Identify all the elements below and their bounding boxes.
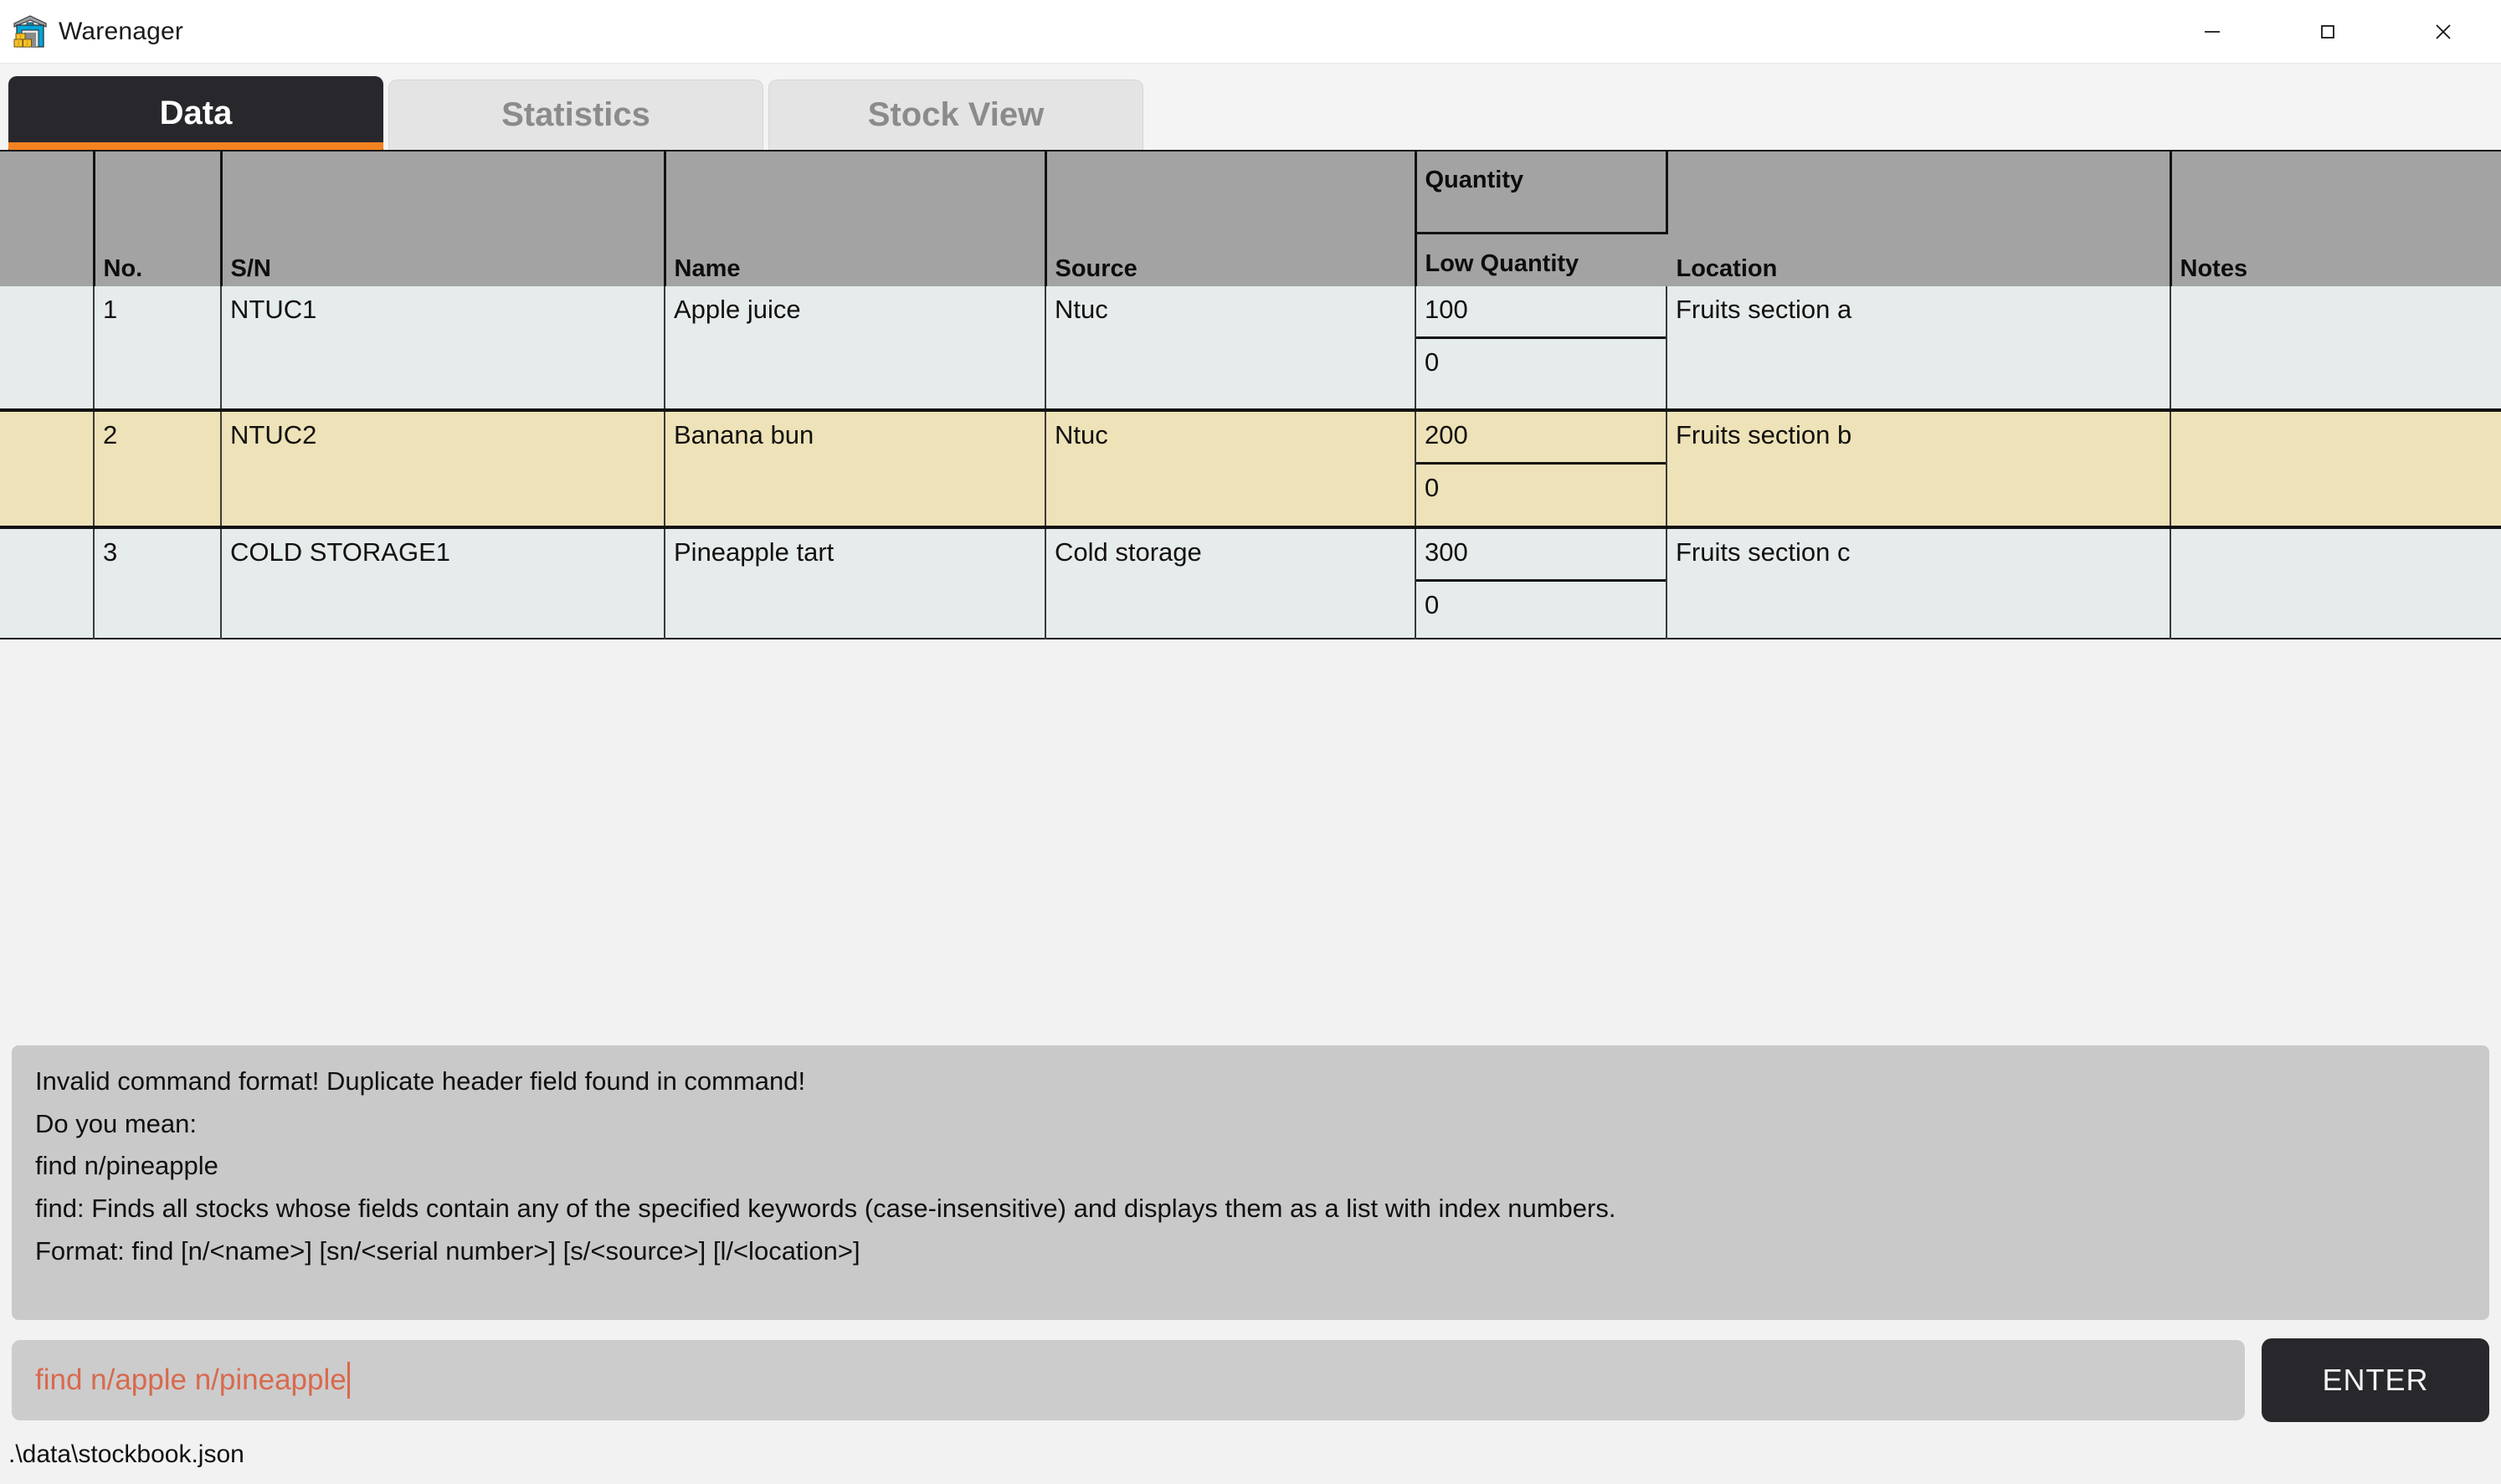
- warehouse-icon: [13, 14, 47, 48]
- cell-name: Pineapple tart: [665, 527, 1046, 639]
- result-line: Invalid command format! Duplicate header…: [35, 1066, 806, 1096]
- close-button[interactable]: [2385, 0, 2501, 63]
- text-caret: [347, 1362, 350, 1399]
- result-line: find: Finds all stocks whose fields cont…: [35, 1194, 1616, 1224]
- enter-button-label: ENTER: [2322, 1363, 2429, 1397]
- cell-source: Ntuc: [1045, 286, 1416, 410]
- row-select-cell[interactable]: [0, 410, 95, 527]
- row-select-cell[interactable]: [0, 527, 95, 639]
- result-line: Do you mean:: [35, 1108, 197, 1138]
- close-icon: [2436, 23, 2451, 39]
- cell-notes: [2170, 286, 2501, 410]
- cell-name: Apple juice: [665, 286, 1046, 410]
- result-display: Invalid command format! Duplicate header…: [12, 1045, 2489, 1320]
- cell-low-quantity: 0: [1425, 473, 1440, 502]
- cell-low-quantity: 0: [1425, 347, 1440, 377]
- table-row[interactable]: 1 NTUC1 Apple juice Ntuc 100 0 Fruits se…: [0, 286, 2501, 410]
- tab-statistics-label: Statistics: [501, 96, 650, 133]
- table-row[interactable]: 2 NTUC2 Banana bun Ntuc 200 0 Fruits sec…: [0, 410, 2501, 527]
- tab-statistics[interactable]: Statistics: [388, 80, 763, 150]
- column-header-location[interactable]: Location: [1666, 151, 2172, 286]
- cell-source: Cold storage: [1045, 527, 1416, 639]
- cell-quantity-group: 100 0: [1415, 286, 1667, 410]
- column-header-notes[interactable]: Notes: [2170, 151, 2501, 286]
- tab-data[interactable]: Data: [8, 76, 383, 150]
- cell-quantity-group: 200 0: [1415, 410, 1667, 527]
- cell-location: Fruits section c: [1666, 527, 2171, 639]
- cell-no: 1: [94, 286, 222, 410]
- result-line: find n/pineapple: [35, 1151, 218, 1181]
- tab-stock-view[interactable]: Stock View: [768, 80, 1143, 150]
- minimize-button[interactable]: [2154, 0, 2270, 63]
- cell-notes: [2170, 410, 2501, 527]
- result-line: Format: find [n/<name>] [sn/<serial numb…: [35, 1235, 860, 1266]
- tab-data-label: Data: [159, 94, 233, 131]
- row-select-cell[interactable]: [0, 286, 95, 410]
- cell-notes: [2170, 527, 2501, 639]
- cell-source: Ntuc: [1045, 410, 1416, 527]
- cell-quantity: 300: [1416, 529, 1666, 582]
- cell-quantity-group: 300 0: [1415, 527, 1667, 639]
- column-header-select[interactable]: [0, 151, 95, 286]
- minimize-icon: [2205, 30, 2220, 33]
- cell-sn: NTUC2: [221, 410, 665, 527]
- maximize-button[interactable]: [2270, 0, 2385, 63]
- title-bar-left: Warenager: [0, 13, 183, 50]
- cell-location: Fruits section b: [1666, 410, 2171, 527]
- column-header-low-quantity[interactable]: Low Quantity: [1415, 233, 1666, 286]
- title-bar: Warenager: [0, 0, 2501, 64]
- cell-name: Banana bun: [665, 410, 1046, 527]
- cell-location: Fruits section a: [1666, 286, 2171, 410]
- empty-area: [0, 639, 2501, 1045]
- cell-sn: COLD STORAGE1: [221, 527, 665, 639]
- enter-button[interactable]: ENTER: [2262, 1338, 2489, 1422]
- window-controls: [2154, 0, 2501, 63]
- cell-no: 2: [94, 410, 222, 527]
- column-header-sn[interactable]: S/N: [221, 151, 666, 286]
- column-header-quantity[interactable]: Quantity: [1415, 151, 1668, 234]
- command-input[interactable]: find n/apple n/pineapple: [12, 1340, 2245, 1420]
- cell-quantity: 100: [1416, 286, 1666, 339]
- save-location-path: .\data\stockbook.json: [8, 1440, 244, 1468]
- maximize-icon: [2321, 24, 2334, 39]
- command-bar: find n/apple n/pineapple ENTER: [0, 1320, 2501, 1430]
- stock-table: No. S/N Name Source Quantity Location No…: [0, 150, 2501, 639]
- tab-stock-view-label: Stock View: [867, 96, 1045, 133]
- cell-no: 3: [94, 527, 222, 639]
- column-header-no[interactable]: No.: [94, 151, 223, 286]
- cell-quantity: 200: [1416, 412, 1666, 465]
- stock-table-container: No. S/N Name Source Quantity Location No…: [0, 150, 2501, 639]
- status-bar: .\data\stockbook.json: [0, 1430, 2501, 1484]
- stock-table-head: No. S/N Name Source Quantity Location No…: [0, 151, 2501, 286]
- column-header-source[interactable]: Source: [1045, 151, 1417, 286]
- table-header-row-top: No. S/N Name Source Quantity Location No…: [0, 151, 2501, 286]
- column-header-name[interactable]: Name: [665, 151, 1047, 286]
- stock-table-body: 1 NTUC1 Apple juice Ntuc 100 0 Fruits se…: [0, 286, 2501, 639]
- window-title: Warenager: [59, 17, 184, 45]
- cell-low-quantity: 0: [1425, 590, 1440, 619]
- tab-bar: Data Statistics Stock View: [0, 64, 2501, 150]
- command-input-value: find n/apple n/pineapple: [35, 1363, 347, 1396]
- app-window: Warenager Data Statistics Stock View No.…: [0, 0, 2501, 1484]
- cell-sn: NTUC1: [221, 286, 665, 410]
- table-row[interactable]: 3 COLD STORAGE1 Pineapple tart Cold stor…: [0, 527, 2501, 639]
